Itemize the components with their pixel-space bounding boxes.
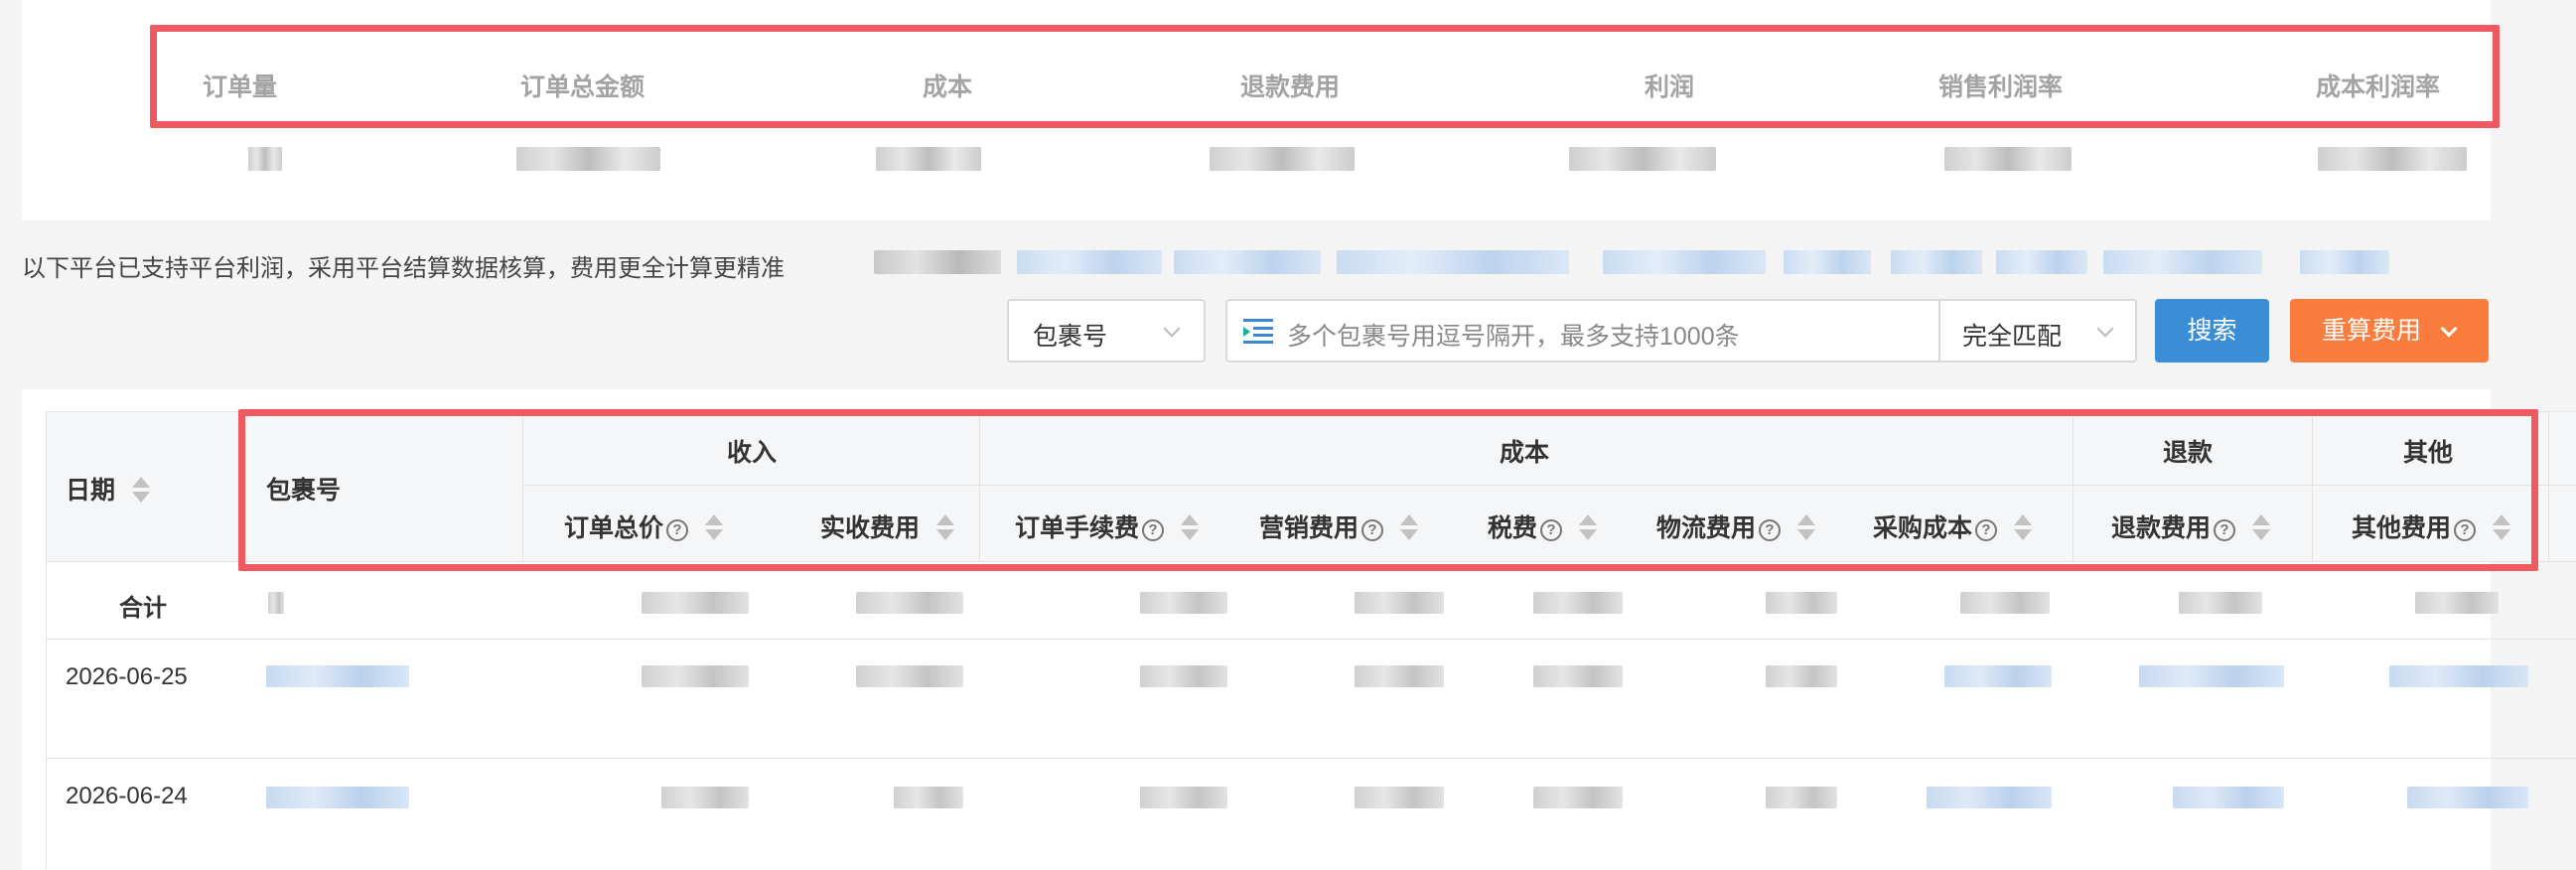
column-header-package: 包裹号	[266, 477, 342, 505]
sort-icon[interactable]	[704, 514, 723, 540]
group-header-income: 收入	[727, 439, 778, 467]
summary-value-refund-fee	[1210, 147, 1355, 171]
sort-icon[interactable]	[1796, 514, 1815, 540]
platform-chip[interactable]	[1174, 250, 1321, 274]
group-header-refund: 退款	[2163, 439, 2214, 467]
chevron-down-icon	[2096, 320, 2114, 338]
sort-icon[interactable]	[1578, 514, 1597, 540]
recalculate-fees-label: 重算费用	[2322, 317, 2422, 345]
help-icon[interactable]: ?	[1975, 519, 1998, 541]
sort-icon[interactable]	[1180, 514, 1199, 540]
table-row-date: 2026-06-24	[66, 783, 188, 809]
platform-chip[interactable]	[1337, 250, 1569, 274]
package-link[interactable]	[266, 787, 409, 808]
search-input-group: 多个包裹号用逗号隔开，最多支持1000条 完全匹配	[1225, 299, 2137, 362]
column-header-date[interactable]: 日期	[66, 471, 150, 507]
field-select[interactable]: 包裹号	[1007, 299, 1206, 362]
platform-chip[interactable]	[1784, 250, 1871, 274]
total-row-label: 合计	[119, 595, 167, 622]
column-header-order-fee[interactable]: 订单手续费?	[1015, 508, 1199, 544]
platform-chip[interactable]	[1017, 250, 1162, 274]
match-mode-select[interactable]: 完全匹配	[1962, 317, 2062, 353]
summary-value-sales-margin	[1944, 147, 2072, 171]
platform-chip[interactable]	[1603, 250, 1766, 274]
chevron-down-icon	[2440, 320, 2458, 338]
summary-value-order-count	[248, 147, 282, 171]
table-row-date: 2026-06-25	[66, 663, 188, 690]
summary-value-cost-margin	[2318, 147, 2467, 171]
help-icon[interactable]: ?	[1540, 519, 1563, 541]
help-icon[interactable]: ?	[2454, 519, 2477, 541]
summary-label-profit: 利润	[1645, 73, 1695, 101]
column-header-received-fee[interactable]: 实收费用	[820, 508, 954, 544]
group-header-other: 其他	[2403, 439, 2454, 467]
column-header-tax[interactable]: 税费?	[1488, 508, 1597, 544]
column-header-other-fee[interactable]: 其他费用?	[2352, 508, 2510, 544]
help-icon[interactable]: ?	[1759, 519, 1782, 541]
sort-icon[interactable]	[2251, 514, 2270, 540]
platform-chip[interactable]	[2300, 250, 2389, 274]
column-header-logistics-fee[interactable]: 物流费用?	[1656, 508, 1815, 544]
summary-label-order-count: 订单量	[203, 73, 278, 101]
sort-icon[interactable]	[2492, 514, 2510, 540]
summary-label-refund-fee: 退款费用	[1240, 73, 1341, 101]
help-icon[interactable]: ?	[1361, 519, 1384, 541]
sort-icon[interactable]	[1399, 514, 1418, 540]
platform-chip[interactable]	[1891, 250, 1982, 274]
list-filter-icon	[1243, 319, 1275, 345]
summary-value-order-amount	[516, 147, 660, 171]
platform-chip[interactable]	[2103, 250, 2262, 274]
help-icon[interactable]: ?	[1142, 519, 1165, 541]
platform-chip[interactable]	[1996, 250, 2087, 274]
summary-label-sales-margin: 销售利润率	[1938, 73, 2064, 101]
column-header-refund-fee[interactable]: 退款费用?	[2111, 508, 2270, 544]
sort-icon[interactable]	[2013, 514, 2032, 540]
search-input[interactable]: 多个包裹号用逗号隔开，最多支持1000条	[1287, 317, 1740, 353]
column-header-order-total[interactable]: 订单总价?	[564, 508, 723, 544]
package-link[interactable]	[266, 665, 409, 687]
column-header-marketing-fee[interactable]: 营销费用?	[1259, 508, 1418, 544]
summary-label-order-amount: 订单总金额	[520, 73, 645, 101]
search-button[interactable]: 搜索	[2155, 299, 2269, 362]
column-header-purchase-cost[interactable]: 采购成本?	[1873, 508, 2032, 544]
summary-label-cost: 成本	[923, 73, 973, 101]
field-select-value: 包裹号	[1033, 323, 1108, 351]
recalculate-fees-button[interactable]: 重算费用	[2290, 299, 2489, 362]
summary-value-profit	[1569, 147, 1716, 171]
help-icon[interactable]: ?	[666, 519, 689, 541]
help-icon[interactable]: ?	[2214, 519, 2236, 541]
sort-icon[interactable]	[935, 514, 954, 540]
platform-notice: 以下平台已支持平台利润，采用平台结算数据核算，费用更全计算更精准	[22, 255, 785, 282]
chevron-down-icon	[1163, 320, 1181, 338]
sort-icon[interactable]	[131, 477, 150, 503]
platform-chip[interactable]	[874, 250, 1001, 274]
group-header-cost: 成本	[1500, 439, 1550, 467]
summary-card: 订单量 订单总金额 成本 退款费用 利润 销售利润率 成本利润率	[22, 0, 2491, 220]
summary-value-cost	[876, 147, 981, 171]
summary-label-cost-margin: 成本利润率	[2316, 73, 2441, 101]
